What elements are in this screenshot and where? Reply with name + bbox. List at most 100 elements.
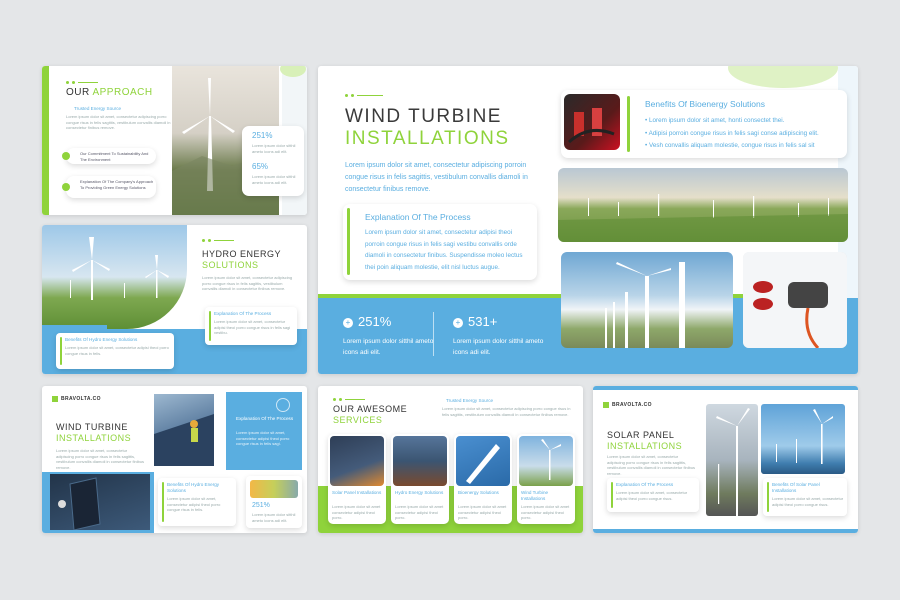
body-text: Lorem ipsum dolor sit amet, consectetur … xyxy=(607,454,696,476)
process-card: Explanation Of The Process Lorem ipsum d… xyxy=(343,204,537,280)
card-text: Lorem ipsum dolor sit amet, consectetur … xyxy=(65,345,169,356)
stat-text: Lorem ipsum dolor sitthil ameto icons ad… xyxy=(252,143,296,154)
ev-charging-photo xyxy=(743,252,847,348)
solar-worker-photo xyxy=(154,394,214,466)
card-text: Lorem ipsum dolor sit amet, consectetur … xyxy=(167,496,221,512)
plus-icon: + xyxy=(453,318,463,328)
slide-title: WIND TURBINE INSTALLATIONS xyxy=(56,422,132,443)
wind-turbine-icon xyxy=(776,409,833,464)
bio-item: • Lorem ipsum dolor sit amet, honti cons… xyxy=(645,117,785,124)
blue-accent xyxy=(42,325,107,330)
service-text: Lorem ipsum dolor sit amet consectetur a… xyxy=(458,504,507,520)
wind-turbine-icon xyxy=(605,262,685,348)
accent-dots xyxy=(202,239,234,242)
bio-item: • Adipisi porroin congue risus in felis … xyxy=(645,129,819,137)
process-panel: Explanation Of The Process Lorem ipsum d… xyxy=(226,392,302,470)
process-card: Explanation Of The Process Lorem ipsum d… xyxy=(607,478,699,512)
stats-card: 251% Lorem ipsum dolor sitthil ameto ico… xyxy=(242,126,304,196)
turbine-photo xyxy=(706,404,758,516)
logo-icon xyxy=(52,396,58,402)
solar-panel-icon xyxy=(154,414,214,466)
solar-panel-icon xyxy=(58,477,101,530)
slide-title: WIND TURBINE INSTALLATIONS xyxy=(345,106,510,149)
service-card[interactable]: Bioenergy Solutions Lorem ipsum dolor si… xyxy=(454,434,512,524)
brand-name: BRAVOLTA.CO xyxy=(612,402,652,408)
service-text: Lorem ipsum dolor sit amet consectetur a… xyxy=(395,504,444,520)
service-card[interactable]: Wind Turbine Installations Lorem ipsum d… xyxy=(517,434,575,524)
service-card[interactable]: Hydro Energy Solutions Lorem ipsum dolor… xyxy=(391,434,449,524)
card-title: Benefits Of Hydro Energy Solutions xyxy=(167,482,220,493)
stat-text: Lorem ipsum dolor sitthil ameto icons ad… xyxy=(453,338,544,356)
stat-value: 251% xyxy=(252,131,273,140)
battery-cable-photo xyxy=(564,94,620,150)
stat-divider xyxy=(433,312,434,356)
service-title: Solar Panel Installations xyxy=(332,490,382,495)
wind-farm-panorama-photo xyxy=(558,168,848,242)
slide-our-approach[interactable]: OUR APPROACH Trusted Energy Source Lorem… xyxy=(42,66,307,215)
stat-value: 251% xyxy=(252,502,270,509)
slide-wind-turbine-bravolta[interactable]: BRAVOLTA.CO WIND TURBINE INSTALLATIONS Lo… xyxy=(42,386,307,533)
stat-text: Lorem ipsum dolor sitthil ameto icons ad… xyxy=(252,174,296,185)
brand-logo: BRAVOLTA.CO xyxy=(603,402,652,408)
item-text: Our Commitment To Sustainability And The… xyxy=(80,151,149,162)
service-photo xyxy=(330,436,384,486)
wind-turbine-icon xyxy=(716,408,750,516)
card-text: Lorem ipsum dolor sit amet, consectetur … xyxy=(214,319,291,335)
card-text: Lorem ipsum dolor sit amet, consectetur … xyxy=(772,496,844,507)
stat-text: Lorem ipsum dolor sitthil ameto icons ad… xyxy=(343,338,434,356)
slide-solar-panel[interactable]: BRAVOLTA.CO SOLAR PANEL INSTALLATIONS Lor… xyxy=(593,386,858,533)
green-bar xyxy=(60,337,62,365)
card-title: Explanation Of The Process xyxy=(214,311,272,316)
benefits-card: Benefits Of Hydro Energy Solutions Lorem… xyxy=(158,478,236,526)
service-photo xyxy=(393,436,447,486)
card-title: Explanation Of The Process xyxy=(365,212,471,222)
service-card[interactable]: Solar Panel Installations Lorem ipsum do… xyxy=(328,434,386,524)
green-bar xyxy=(611,482,613,508)
green-side-strip xyxy=(42,66,49,215)
green-bar xyxy=(209,311,211,341)
green-bar xyxy=(162,482,164,522)
service-title: Wind Turbine Installations xyxy=(521,490,549,501)
service-text: Lorem ipsum dolor sit amet consectetur a… xyxy=(521,504,570,520)
stat-text: Lorem ipsum dolor sitthil ameto icons ad… xyxy=(252,512,296,523)
wind-turbine-icon xyxy=(466,444,500,484)
service-text: Lorem ipsum dolor sit amet consectetur a… xyxy=(332,504,381,520)
accent-dots xyxy=(345,94,383,97)
slide-title: HYDRO ENERGY SOLUTIONS xyxy=(202,249,282,270)
stat-value: 251% xyxy=(358,314,392,329)
slide-title: OUR APPROACH xyxy=(66,87,153,98)
wind-turbine-icon xyxy=(558,194,848,242)
green-bar xyxy=(627,96,630,152)
body-text: Lorem ipsum dolor sit amet, consectetur … xyxy=(56,448,145,470)
panel-text: Lorem ipsum dolor sit amet, consectetur … xyxy=(236,430,290,446)
service-photo xyxy=(519,436,573,486)
body-text: Lorem ipsum dolor sit amet, consectetur … xyxy=(202,275,293,291)
card-title: Benefits Of Solar Panel Installations xyxy=(772,482,820,493)
approach-item-1: Our Commitment To Sustainability And The… xyxy=(66,148,156,164)
process-card: Explanation Of The Process Lorem ipsum d… xyxy=(205,307,297,345)
wind-turbine-icon xyxy=(541,439,561,480)
accent-dots xyxy=(66,81,98,84)
slide-wind-turbine-main[interactable]: WIND TURBINE INSTALLATIONS Lorem ipsum d… xyxy=(318,66,858,374)
benefits-card: Benefits Of Solar Panel Installations Lo… xyxy=(763,478,847,516)
slide-title: OUR AWESOME SERVICES xyxy=(333,404,408,425)
stat-value: 65% xyxy=(252,162,269,171)
ev-charger-icon xyxy=(743,252,847,348)
slide-hydro-energy[interactable]: HYDRO ENERGY SOLUTIONS Lorem ipsum dolor … xyxy=(42,225,307,374)
subtitle: Trusted Energy Source xyxy=(74,106,122,111)
turbine-row-photo xyxy=(561,252,733,348)
intro-text: Lorem ipsum dolor sit amet, consectetur … xyxy=(442,406,571,417)
accent-dots xyxy=(333,398,365,401)
tag-text: Trusted Energy Source xyxy=(446,398,494,403)
solar-installer-photo xyxy=(50,474,150,530)
slide-title: SOLAR PANEL INSTALLATIONS xyxy=(607,430,683,451)
body-text: Lorem ipsum dolor sit amet, consectetur … xyxy=(66,114,171,130)
stat-card: 251% Lorem ipsum dolor sitthil ameto ico… xyxy=(246,476,302,528)
slide-our-services[interactable]: OUR AWESOME SERVICES Trusted Energy Sourc… xyxy=(318,386,583,533)
stat-value: 531+ xyxy=(468,314,498,329)
worker-photo xyxy=(250,480,298,498)
card-text: Lorem ipsum dolor sit amet, consectetur … xyxy=(616,490,688,501)
check-icon xyxy=(62,183,70,191)
logo-icon xyxy=(603,402,609,408)
service-title: Bioenergy Solutions xyxy=(458,490,499,495)
